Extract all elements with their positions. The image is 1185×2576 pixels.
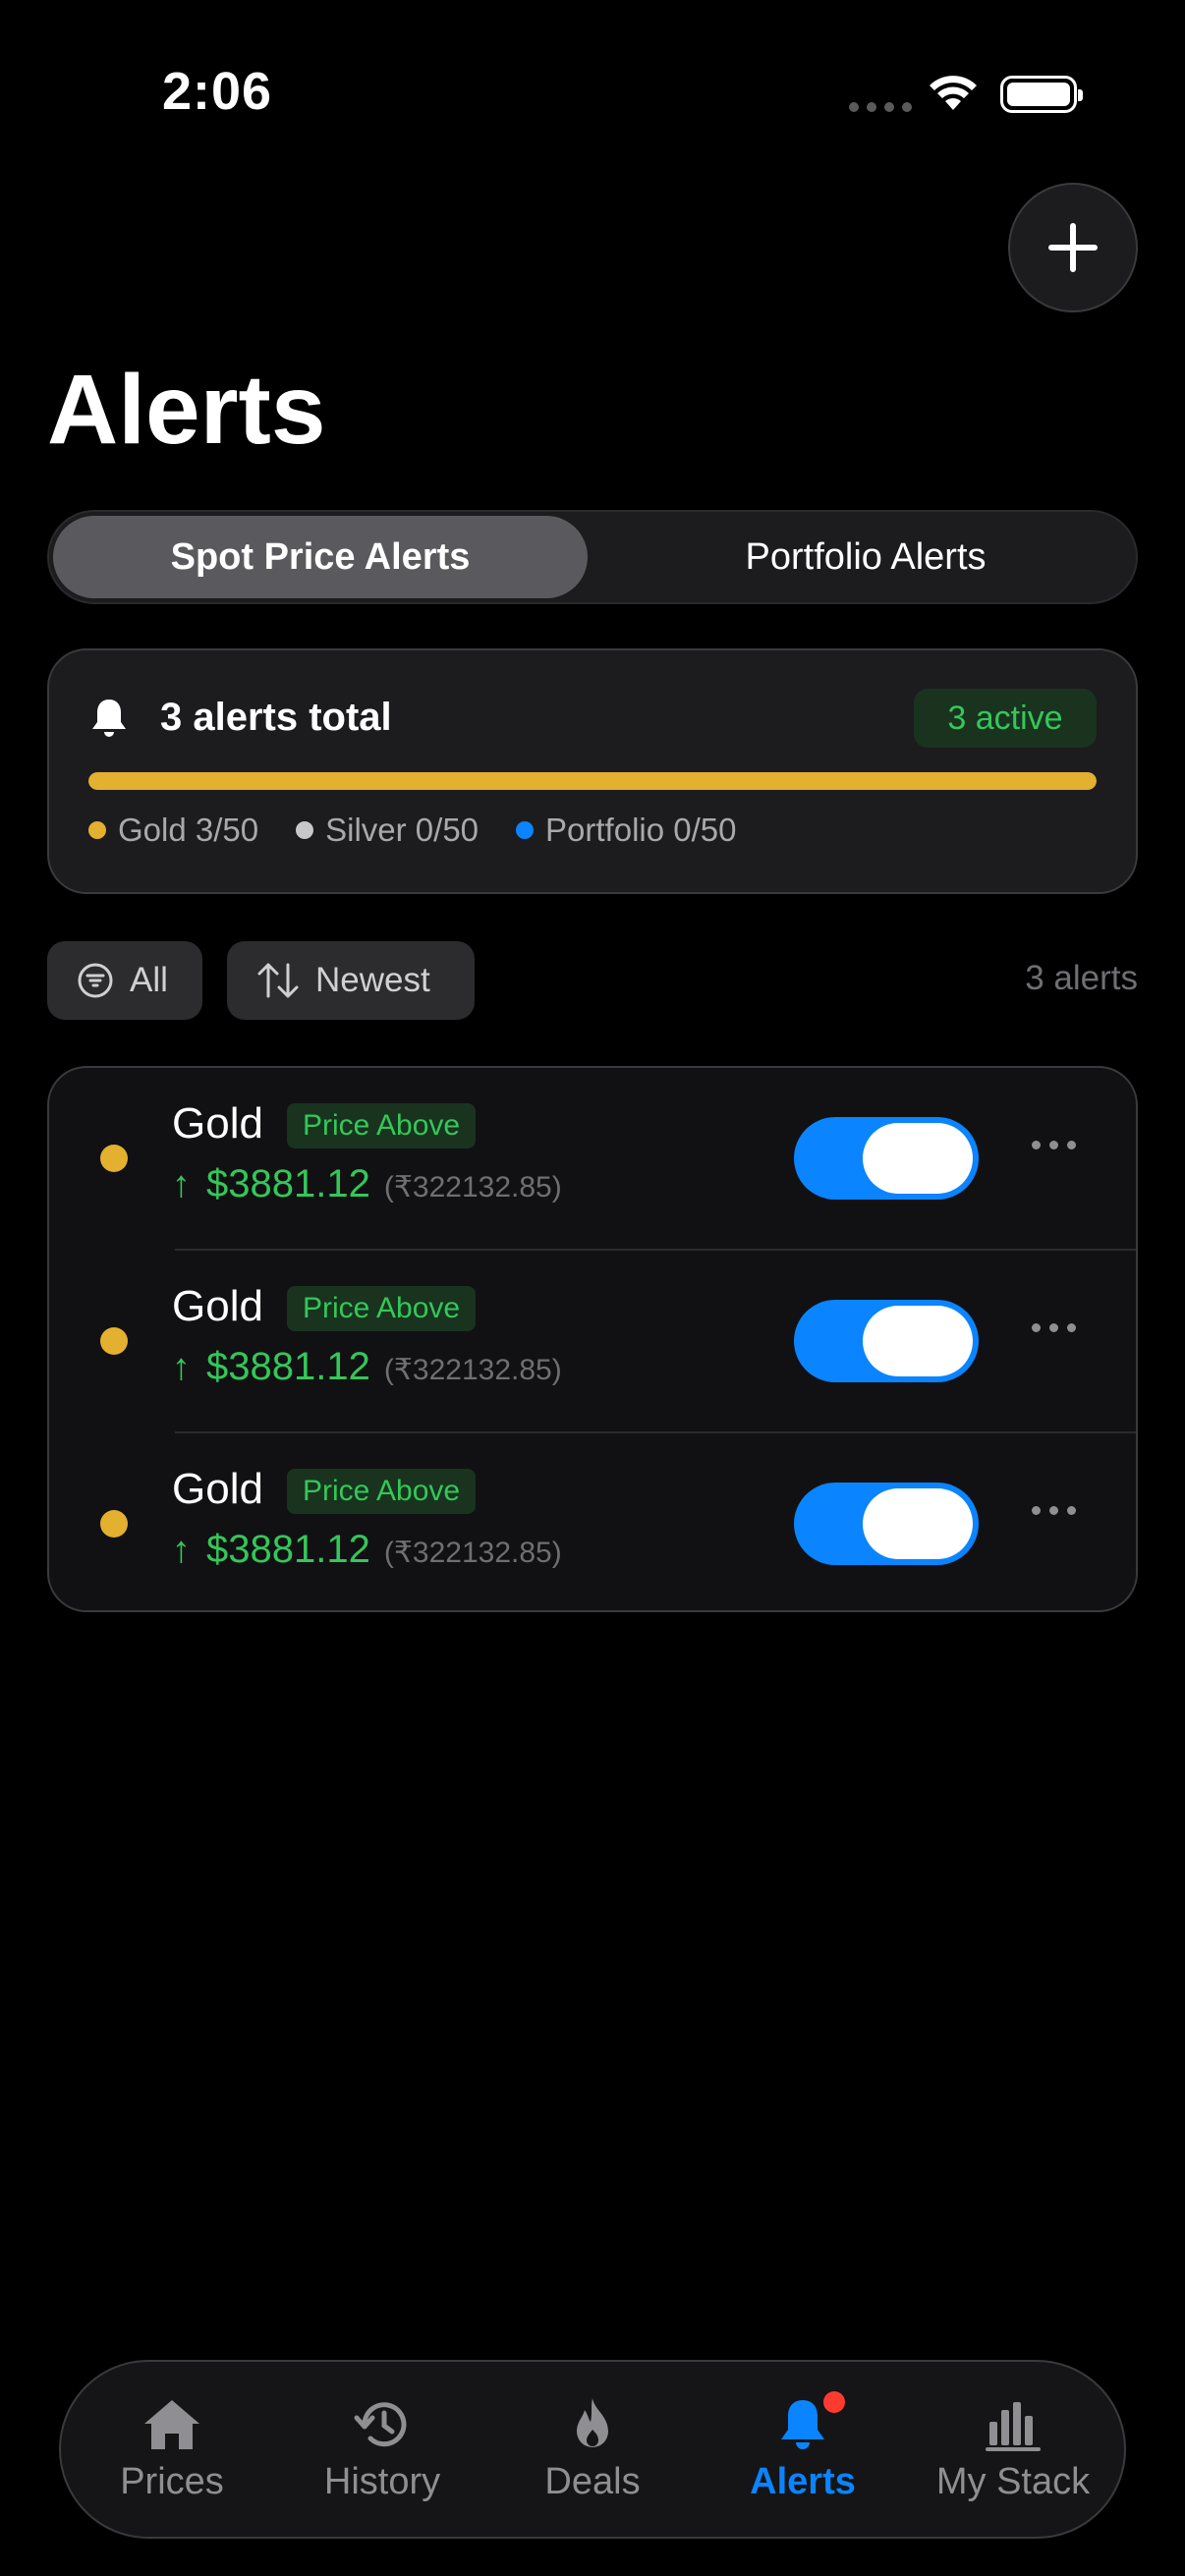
alert-metal: Gold bbox=[172, 1465, 263, 1513]
bell-icon bbox=[92, 700, 126, 737]
sort-arrows-icon bbox=[257, 963, 299, 998]
portfolio-dot-icon bbox=[516, 821, 535, 839]
alert-enable-toggle[interactable] bbox=[794, 1300, 979, 1382]
history-icon bbox=[354, 2401, 407, 2446]
alert-type-badge: Price Above bbox=[287, 1469, 477, 1514]
active-count-badge: 3 active bbox=[914, 689, 1097, 748]
alerts-usage-progress-fill bbox=[88, 772, 1097, 790]
alert-price-line: ↑ $3881.12 (₹322132.85) bbox=[172, 1162, 562, 1206]
tab-label: Alerts bbox=[750, 2460, 856, 2502]
notification-badge-icon bbox=[823, 2391, 845, 2413]
plus-icon bbox=[1048, 223, 1098, 272]
alert-target-price: $3881.12 bbox=[206, 1528, 370, 1571]
tab-alerts[interactable]: Alerts bbox=[700, 2362, 906, 2537]
alert-enable-toggle[interactable] bbox=[794, 1483, 979, 1565]
alerts-total-label: 3 alerts total bbox=[160, 696, 392, 739]
filter-all-label: All bbox=[130, 961, 168, 999]
more-options-icon[interactable] bbox=[1032, 1323, 1076, 1332]
alert-type-badge: Price Above bbox=[287, 1103, 477, 1148]
arrow-up-icon: ↑ bbox=[172, 1347, 191, 1388]
alert-row[interactable]: Gold Price Above ↑ $3881.12 (₹322132.85) bbox=[49, 1068, 1140, 1251]
cellular-signal-icon bbox=[849, 102, 912, 112]
alert-row[interactable]: Gold Price Above ↑ $3881.12 (₹322132.85) bbox=[49, 1433, 1140, 1616]
alert-enable-toggle[interactable] bbox=[794, 1117, 979, 1200]
house-icon bbox=[144, 2399, 199, 2449]
flame-icon bbox=[577, 2397, 608, 2447]
page-title: Alerts bbox=[47, 355, 326, 465]
bar-chart-icon bbox=[986, 2401, 1041, 2451]
arrow-up-icon: ↑ bbox=[172, 1530, 191, 1571]
tab-label: My Stack bbox=[935, 2460, 1091, 2502]
alerts-summary-card bbox=[47, 648, 1138, 894]
alert-price-line: ↑ $3881.12 (₹322132.85) bbox=[172, 1528, 562, 1572]
legend-portfolio: Portfolio 0/50 bbox=[516, 812, 737, 849]
alert-target-price: $3881.12 bbox=[206, 1345, 370, 1388]
tab-my-stack[interactable]: My Stack bbox=[910, 2362, 1116, 2537]
sort-label: Newest bbox=[315, 961, 430, 999]
gold-dot-icon bbox=[100, 1327, 128, 1355]
alerts-legend: Gold 3/50 Silver 0/50 Portfolio 0/50 bbox=[88, 812, 774, 849]
arrow-up-icon: ↑ bbox=[172, 1164, 191, 1205]
alert-inr-price: (₹322132.85) bbox=[383, 1171, 562, 1204]
silver-dot-icon bbox=[296, 821, 314, 839]
more-options-icon[interactable] bbox=[1032, 1506, 1076, 1515]
status-time: 2:06 bbox=[162, 62, 273, 121]
alert-type-badge: Price Above bbox=[287, 1286, 477, 1331]
gold-dot-icon bbox=[88, 821, 106, 839]
sort-newest-button[interactable]: Newest bbox=[227, 941, 475, 1020]
tab-label: Deals bbox=[544, 2460, 641, 2502]
gold-dot-icon bbox=[100, 1145, 128, 1172]
alert-metal: Gold bbox=[172, 1099, 263, 1148]
tab-label: Prices bbox=[120, 2460, 224, 2502]
alert-target-price: $3881.12 bbox=[206, 1162, 370, 1205]
legend-gold: Gold 3/50 bbox=[88, 812, 258, 849]
tab-bar: Prices History Deals Alerts My Stack bbox=[59, 2360, 1126, 2539]
tab-deals[interactable]: Deals bbox=[489, 2362, 696, 2537]
alerts-list: Gold Price Above ↑ $3881.12 (₹322132.85)… bbox=[47, 1066, 1138, 1612]
alert-row[interactable]: Gold Price Above ↑ $3881.12 (₹322132.85) bbox=[49, 1251, 1140, 1433]
segment-portfolio-alerts[interactable]: Portfolio Alerts bbox=[599, 516, 1132, 598]
legend-silver: Silver 0/50 bbox=[296, 812, 479, 849]
alert-metal: Gold bbox=[172, 1282, 263, 1330]
tab-prices[interactable]: Prices bbox=[69, 2362, 275, 2537]
battery-icon bbox=[1000, 76, 1083, 113]
more-options-icon[interactable] bbox=[1032, 1141, 1076, 1149]
filter-all-button[interactable]: All bbox=[47, 941, 202, 1020]
wifi-icon bbox=[930, 76, 977, 110]
alert-price-line: ↑ $3881.12 (₹322132.85) bbox=[172, 1345, 562, 1389]
alerts-usage-progress bbox=[88, 772, 1097, 790]
segment-spot-price-alerts[interactable]: Spot Price Alerts bbox=[53, 516, 588, 598]
alerts-count: 3 alerts bbox=[1025, 959, 1138, 997]
alert-type-segmented-control: Spot Price Alerts Portfolio Alerts bbox=[47, 510, 1138, 604]
add-alert-button[interactable] bbox=[1008, 183, 1138, 312]
gold-dot-icon bbox=[100, 1510, 128, 1538]
alert-inr-price: (₹322132.85) bbox=[383, 1537, 562, 1569]
alert-inr-price: (₹322132.85) bbox=[383, 1354, 562, 1386]
filter-icon bbox=[78, 963, 113, 998]
tab-label: History bbox=[323, 2460, 441, 2502]
tab-history[interactable]: History bbox=[279, 2362, 485, 2537]
